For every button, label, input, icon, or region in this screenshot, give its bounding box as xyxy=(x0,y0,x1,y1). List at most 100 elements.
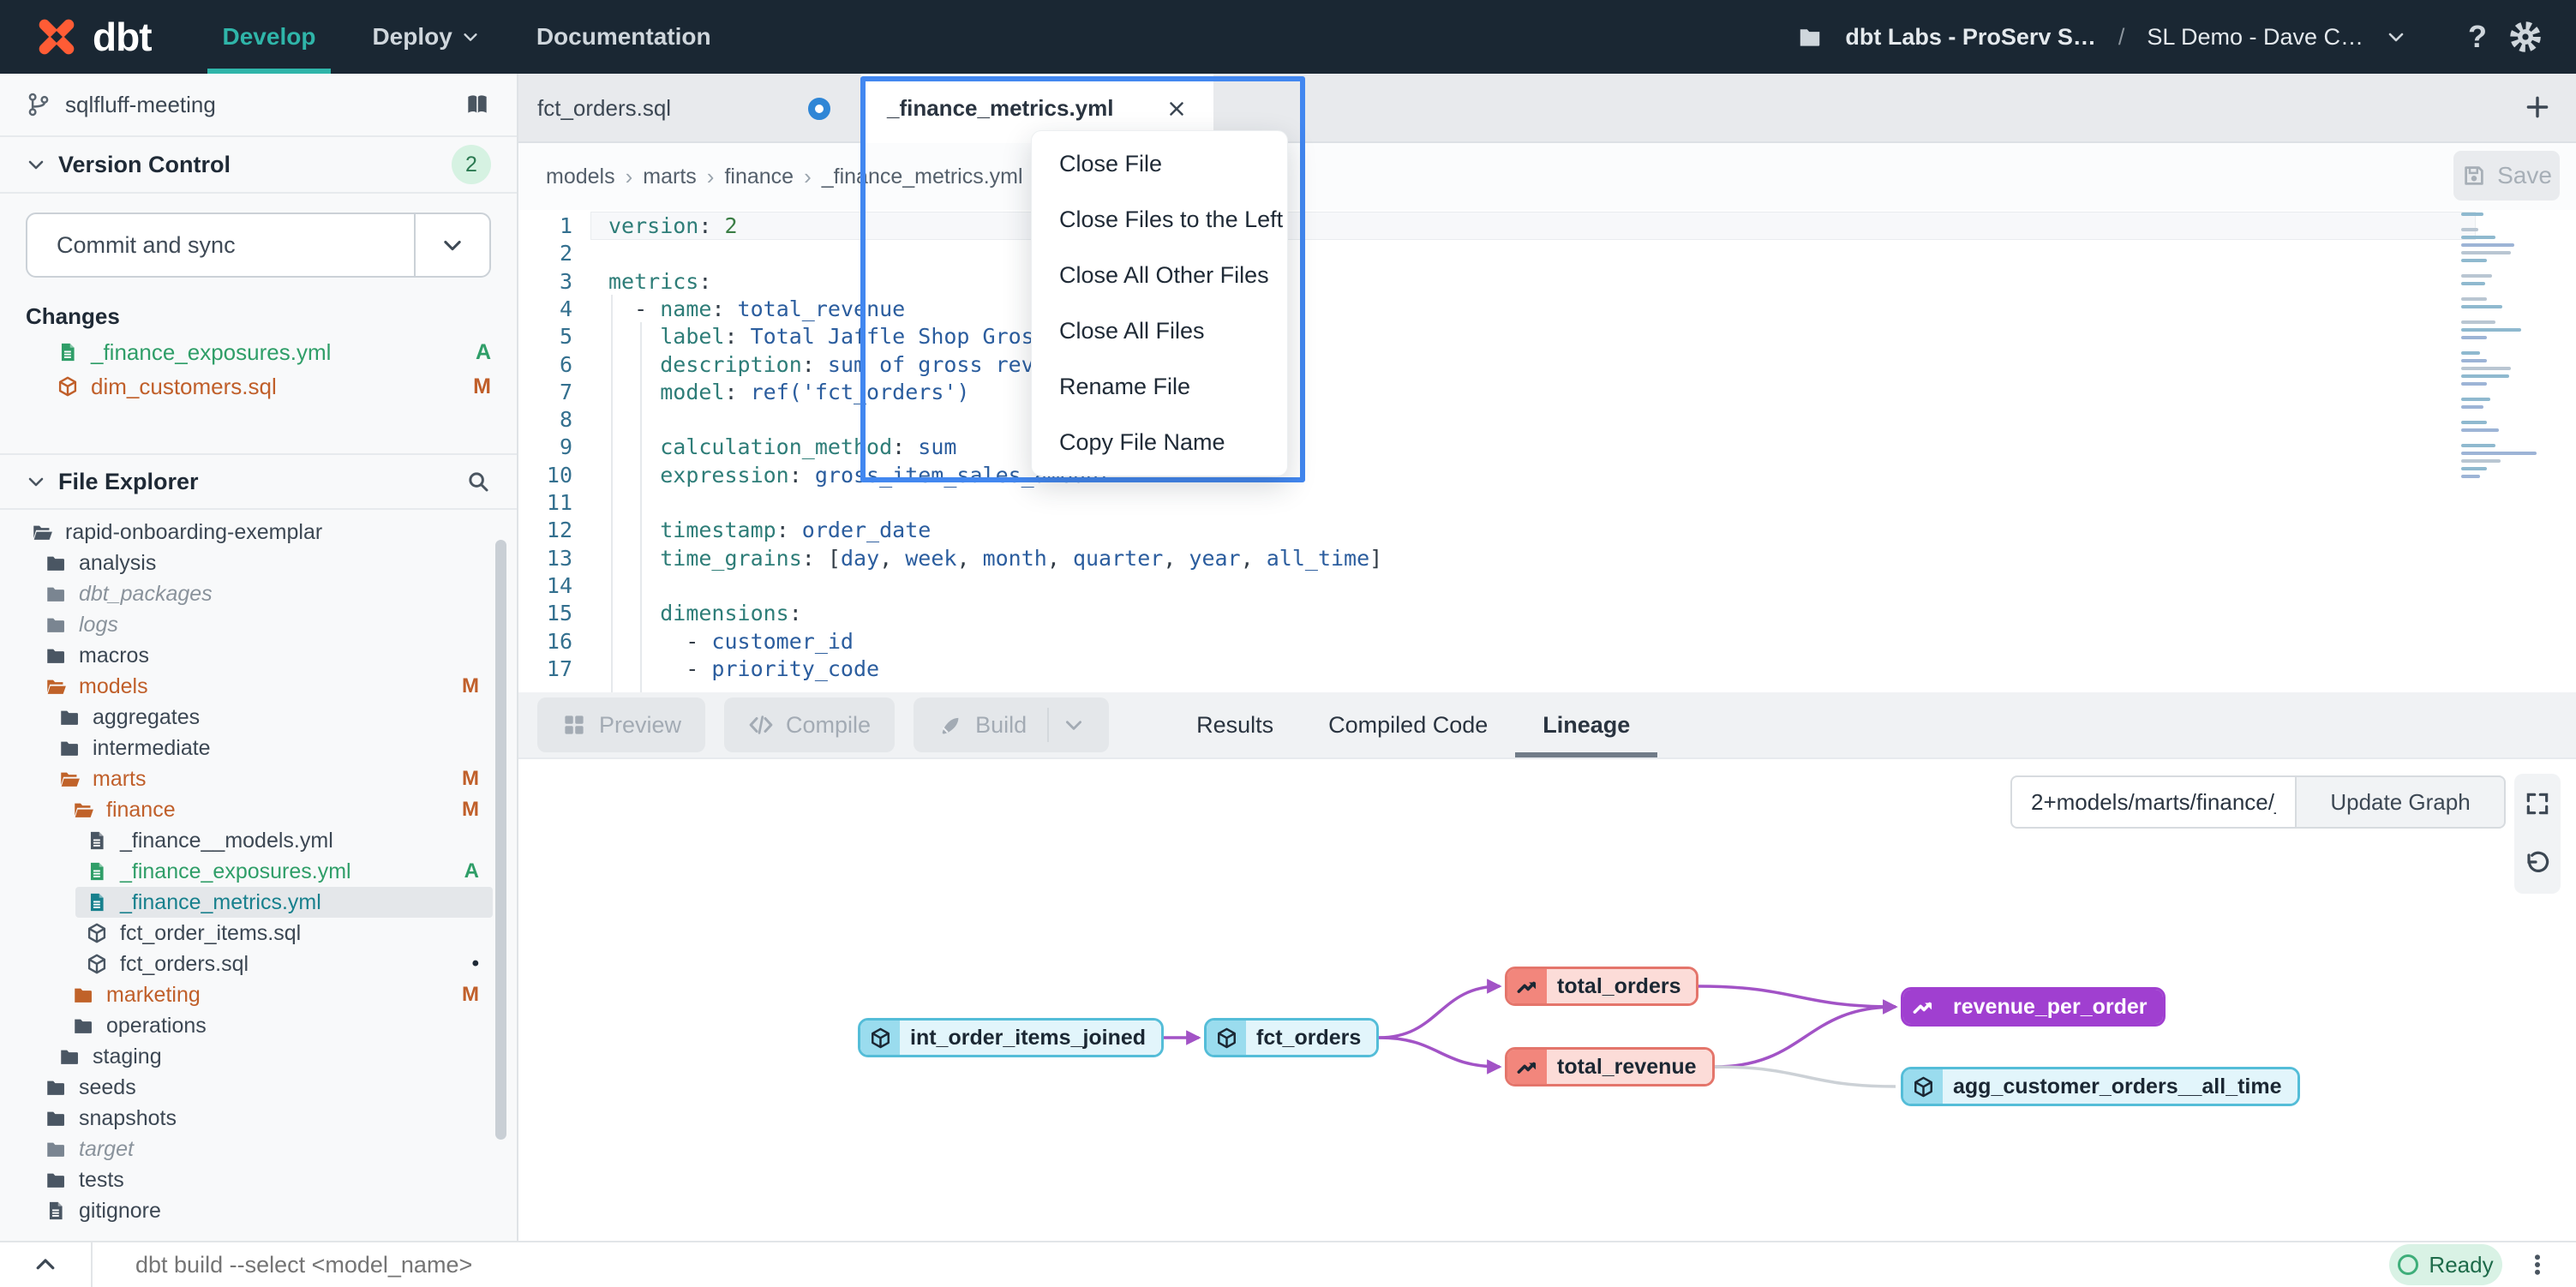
change-item-_finance_exposures.yml[interactable]: _finance_exposures.ymlA xyxy=(0,335,517,369)
tree-item-gitignore[interactable]: gitignore xyxy=(0,1195,517,1226)
tree-item-marketing[interactable]: marketingM xyxy=(0,979,517,1010)
line-number: 5 xyxy=(518,324,572,349)
lineage-node-total_orders[interactable]: total_orders xyxy=(1505,967,1698,1006)
dbt-logo[interactable]: dbt xyxy=(33,13,152,61)
preview-button[interactable]: Preview xyxy=(537,697,705,752)
environment-chevron-icon[interactable] xyxy=(2386,27,2406,47)
file-tree-scrollbar[interactable] xyxy=(495,540,506,1140)
commit-and-sync-button[interactable]: Commit and sync xyxy=(26,213,491,278)
lineage-selector-input[interactable] xyxy=(2010,775,2295,829)
line-number: 2 xyxy=(518,241,572,266)
reset-view-icon[interactable] xyxy=(2524,850,2551,877)
tree-item-macros[interactable]: macros xyxy=(0,640,517,671)
tree-item-aggregates[interactable]: aggregates xyxy=(0,702,517,733)
project-folder-icon xyxy=(1797,24,1823,50)
menu-item-close-all-files[interactable]: Close All Files xyxy=(1032,303,1287,359)
build-options-chevron[interactable] xyxy=(1047,708,1085,742)
version-control-header[interactable]: Version Control 2 xyxy=(0,137,517,194)
line-number: 4 xyxy=(518,296,572,321)
tab-fct-orders-sql[interactable]: fct_orders.sql xyxy=(518,74,861,143)
lineage-node-total_revenue[interactable]: total_revenue xyxy=(1505,1047,1715,1086)
menu-item-close-all-other-files[interactable]: Close All Other Files xyxy=(1032,248,1287,303)
nav-item-documentation[interactable]: Documentation xyxy=(536,0,711,74)
lineage-node-fct_orders[interactable]: fct_orders xyxy=(1204,1018,1379,1057)
code-editor[interactable]: 1version: 223metrics:4 - name: total_rev… xyxy=(518,210,2576,692)
branch-row[interactable]: sqlfluff-meeting xyxy=(0,74,517,137)
expand-panel-chevron-icon[interactable] xyxy=(33,1252,58,1278)
tree-item-_finance_metrics.yml[interactable]: _finance_metrics.yml xyxy=(0,887,517,918)
nav-item-develop[interactable]: Develop xyxy=(223,0,316,74)
code-line-16: 16 - customer_id xyxy=(518,627,2576,655)
tree-item-analysis[interactable]: analysis xyxy=(0,548,517,578)
model-cube-icon xyxy=(86,922,108,944)
fullscreen-icon[interactable] xyxy=(2524,790,2551,817)
lineage-node-label: agg_customer_orders__all_time xyxy=(1943,1069,2297,1104)
tree-item-badge: M xyxy=(462,674,479,698)
new-tab-plus-icon[interactable] xyxy=(2523,93,2552,122)
folder-icon xyxy=(45,1138,67,1160)
dbt-command-input[interactable] xyxy=(135,1252,1678,1278)
minimap[interactable] xyxy=(2461,213,2564,490)
close-tab-icon[interactable] xyxy=(1165,98,1188,120)
tree-item-logs[interactable]: logs xyxy=(0,609,517,640)
nav-item-deploy[interactable]: Deploy xyxy=(372,0,479,74)
tree-item-label: operations xyxy=(106,1014,207,1039)
tree-item-_finance_exposures.yml[interactable]: _finance_exposures.ymlA xyxy=(0,856,517,887)
menu-item-close-file[interactable]: Close File xyxy=(1032,136,1287,192)
lineage-node-revenue_per_order[interactable]: revenue_per_order xyxy=(1901,987,2166,1027)
breadcrumb-models[interactable]: models xyxy=(546,165,615,189)
tree-item-finance[interactable]: financeM xyxy=(0,794,517,825)
kebab-menu-icon[interactable] xyxy=(2525,1252,2550,1278)
tree-item-dbt_packages[interactable]: dbt_packages xyxy=(0,578,517,609)
project-name[interactable]: dbt Labs - ProServ S… xyxy=(1845,24,2096,51)
tree-item-target[interactable]: target xyxy=(0,1134,517,1164)
code-line-17: 17 - priority_code xyxy=(518,655,2576,683)
menu-item-copy-file-name[interactable]: Copy File Name xyxy=(1032,415,1287,470)
ready-status-badge: Ready xyxy=(2389,1244,2502,1285)
chevron-down-icon xyxy=(26,471,46,492)
search-icon[interactable] xyxy=(465,469,491,494)
file-explorer-header[interactable]: File Explorer xyxy=(0,453,517,510)
tree-item-staging[interactable]: staging xyxy=(0,1041,517,1072)
tree-item-intermediate[interactable]: intermediate xyxy=(0,733,517,763)
panel-tab-lineage[interactable]: Lineage xyxy=(1515,692,1657,757)
tree-item-seeds[interactable]: seeds xyxy=(0,1072,517,1103)
tree-item-snapshots[interactable]: snapshots xyxy=(0,1103,517,1134)
tree-item-models[interactable]: modelsM xyxy=(0,671,517,702)
tree-item-_finance__models.yml[interactable]: _finance__models.yml xyxy=(0,825,517,856)
docs-book-icon[interactable] xyxy=(464,91,491,118)
menu-item-close-files-to-the-left[interactable]: Close Files to the Left xyxy=(1032,192,1287,248)
commit-options-chevron[interactable] xyxy=(414,214,489,276)
menu-item-rename-file[interactable]: Rename File xyxy=(1032,359,1287,415)
tree-item-fct_order_items.sql[interactable]: fct_order_items.sql xyxy=(0,918,517,949)
folder-icon xyxy=(45,614,67,636)
compile-button[interactable]: Compile xyxy=(724,697,895,752)
folder-icon xyxy=(45,1076,67,1098)
lineage-node-label: fct_orders xyxy=(1246,1021,1376,1055)
code-line-1: 1version: 2 xyxy=(590,212,2476,240)
gear-icon[interactable] xyxy=(2509,21,2542,53)
tab-context-menu: Close FileClose Files to the LeftClose A… xyxy=(1031,130,1288,476)
save-button[interactable]: Save xyxy=(2453,151,2560,201)
tree-item-tests[interactable]: tests xyxy=(0,1164,517,1195)
panel-tab-results[interactable]: Results xyxy=(1169,692,1301,757)
update-graph-button[interactable]: Update Graph xyxy=(2295,775,2506,829)
status-bar: Ready xyxy=(0,1241,2576,1287)
help-icon[interactable]: ? xyxy=(2468,19,2487,55)
breadcrumb-finance[interactable]: finance xyxy=(724,165,794,189)
environment-selector[interactable]: SL Demo - Dave C… xyxy=(2147,24,2363,51)
panel-tab-compiled-code[interactable]: Compiled Code xyxy=(1301,692,1515,757)
tree-item-rapid-onboarding-exemplar[interactable]: rapid-onboarding-exemplar xyxy=(0,517,517,548)
lineage-node-agg_customer_orders__all_time[interactable]: agg_customer_orders__all_time xyxy=(1901,1067,2300,1106)
breadcrumb-marts[interactable]: marts xyxy=(643,165,697,189)
change-item-dim_customers.sql[interactable]: dim_customers.sqlM xyxy=(0,369,517,404)
tree-item-fct_orders.sql[interactable]: fct_orders.sql• xyxy=(0,949,517,979)
logo-text: dbt xyxy=(93,14,152,60)
tree-item-label: target xyxy=(79,1137,134,1162)
build-button[interactable]: Build xyxy=(914,697,1109,752)
breadcrumb-file[interactable]: _finance_metrics.yml xyxy=(822,165,1023,189)
lineage-node-int_order_items_joined[interactable]: int_order_items_joined xyxy=(858,1018,1164,1057)
tree-item-operations[interactable]: operations xyxy=(0,1010,517,1041)
chevron-down-icon xyxy=(461,27,480,46)
tree-item-marts[interactable]: martsM xyxy=(0,763,517,794)
